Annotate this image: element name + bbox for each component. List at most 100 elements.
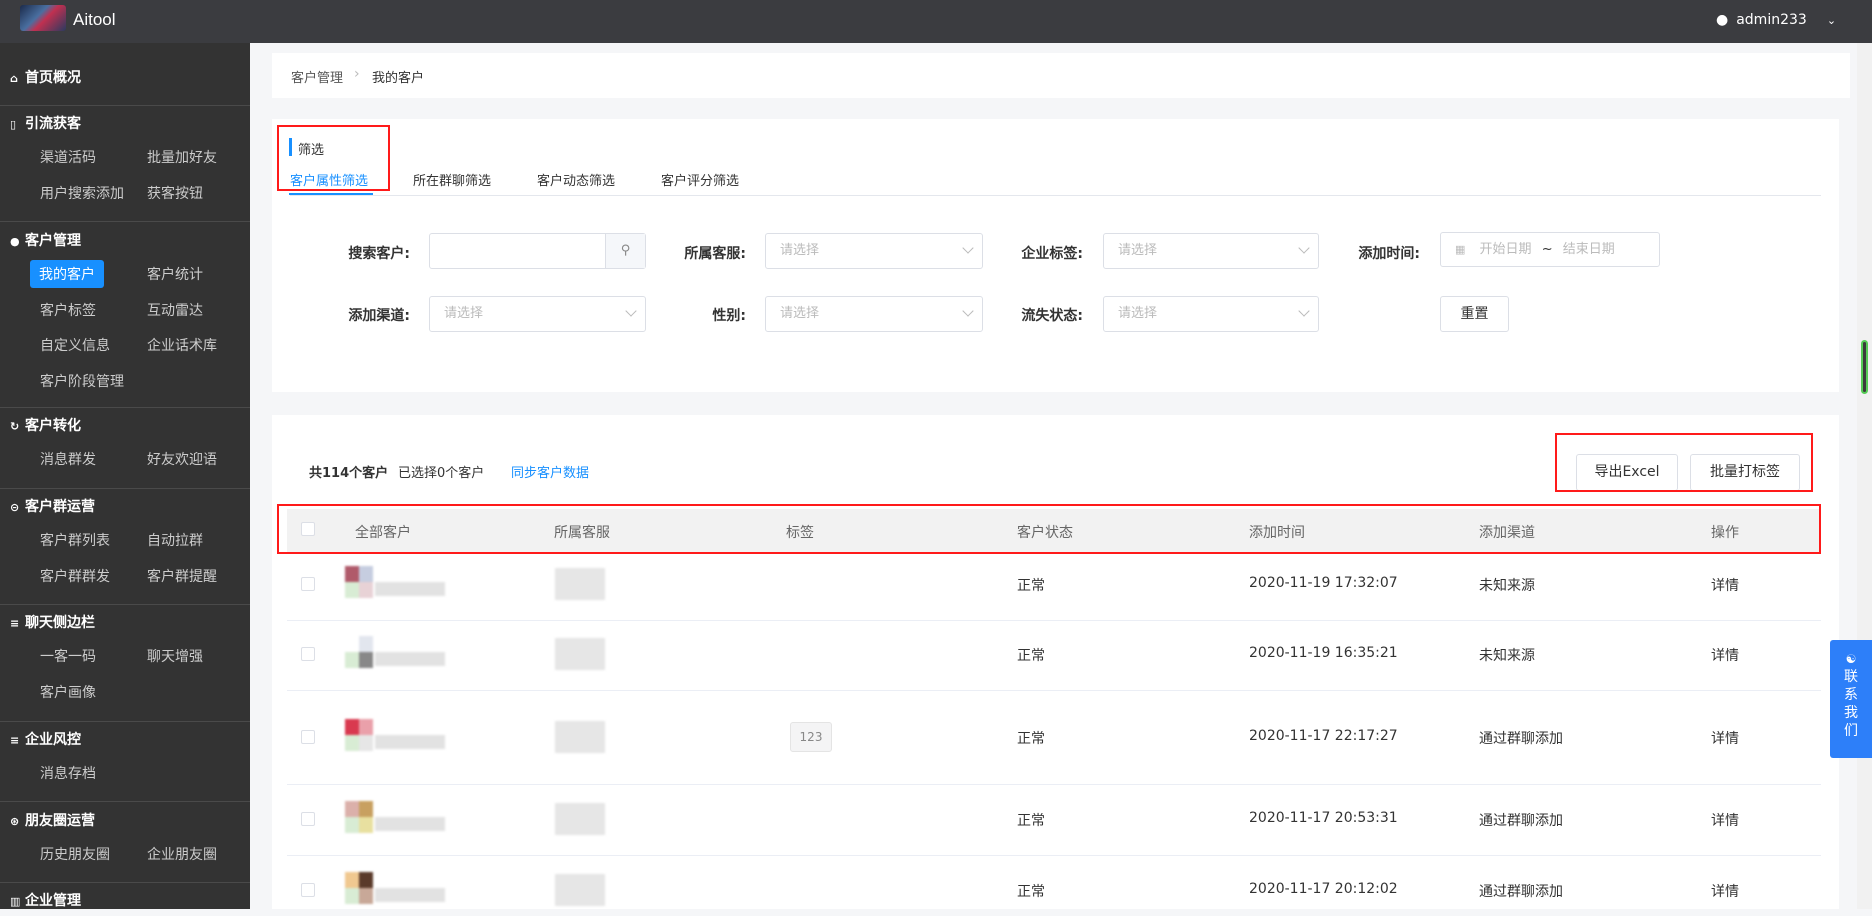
sidebar-item[interactable]: 消息群发 [40, 449, 96, 469]
corp-tag-select[interactable]: 请选择 [1103, 233, 1319, 269]
customer-avatar-blurred [345, 872, 475, 916]
column-header-channel: 添加渠道 [1479, 525, 1535, 541]
sidebar-section-refresh[interactable]: ↻ 客户转化 [10, 415, 81, 435]
chevron-down-icon [962, 305, 974, 317]
add-time-cell: 2020-11-17 20:12:02 [1249, 881, 1398, 897]
status-cell: 正常 [1017, 813, 1045, 829]
tab-customer-attributes[interactable]: 客户属性筛选 [290, 170, 368, 189]
sidebar-section-menu[interactable]: ≡ 企业风控 [10, 729, 81, 749]
gender-select[interactable]: 请选择 [765, 296, 983, 332]
sidebar-section-label: 聊天侧边栏 [25, 615, 95, 631]
churn-select[interactable]: 请选择 [1103, 296, 1319, 332]
row-checkbox[interactable] [301, 883, 315, 897]
search-input[interactable]: ⚲ [429, 233, 646, 269]
sidebar-section-chat[interactable]: ⊝ 客户群运营 [10, 496, 95, 516]
sidebar-item[interactable]: 用户搜索添加 [40, 183, 124, 203]
user-menu[interactable]: ● admin233 ⌄ [1716, 12, 1836, 28]
sidebar-section-label: 企业管理 [25, 893, 81, 909]
sidebar-item[interactable]: 客户阶段管理 [40, 371, 124, 391]
sidebar-section-user[interactable]: ● 客户管理 [10, 230, 81, 250]
sidebar-item[interactable]: 渠道活码 [40, 147, 96, 167]
details-link[interactable]: 详情 [1711, 728, 1739, 748]
chat-icon: ⊝ [10, 501, 20, 514]
search-label: 搜索客户: [348, 246, 410, 262]
channel-select[interactable]: 请选择 [429, 296, 646, 332]
column-header-actions: 操作 [1711, 525, 1739, 541]
page-scrollbar[interactable] [1857, 43, 1872, 909]
sidebar-item[interactable]: 客户画像 [40, 682, 96, 702]
row-checkbox[interactable] [301, 577, 315, 591]
select-all-checkbox[interactable] [301, 522, 315, 536]
sidebar-item[interactable]: 一客一码 [40, 646, 96, 666]
row-divider [287, 690, 1821, 691]
sidebar-item[interactable]: 企业话术库 [147, 335, 217, 355]
search-icon[interactable]: ⚲ [605, 234, 645, 268]
sidebar-item[interactable]: 客户标签 [40, 300, 96, 320]
calendar-icon: ▦ [1455, 243, 1466, 256]
sidebar-section-building[interactable]: ▥ 企业管理 [10, 890, 81, 910]
contact-us-button[interactable]: ☯ 联系我们 [1830, 640, 1872, 758]
details-link[interactable]: 详情 [1711, 645, 1739, 665]
breadcrumb-item[interactable]: 客户管理 [291, 67, 343, 86]
refresh-icon: ↻ [10, 420, 20, 433]
sidebar-item[interactable]: 消息存档 [40, 763, 96, 783]
sidebar-item[interactable]: 自动拉群 [147, 530, 203, 550]
sidebar-section-aperture[interactable]: ⊛ 朋友圈运营 [10, 810, 95, 830]
sidebar-divider [0, 604, 250, 605]
sidebar-divider [0, 882, 250, 883]
end-date-input[interactable]: 结束日期 [1563, 242, 1615, 257]
bookmark-icon: ▯ [10, 118, 17, 131]
sidebar-section-bookmark[interactable]: ▯ 引流获客 [10, 113, 81, 133]
tab-customer-activity[interactable]: 客户动态筛选 [537, 170, 615, 189]
sidebar-section-menu[interactable]: ≡ 聊天侧边栏 [10, 612, 95, 632]
export-excel-button[interactable]: 导出Excel [1576, 454, 1678, 491]
sidebar-section-label: 客户群运营 [25, 499, 95, 515]
sidebar-item[interactable]: 互动雷达 [147, 300, 203, 320]
sidebar-item[interactable]: 自定义信息 [40, 335, 110, 355]
row-checkbox[interactable] [301, 730, 315, 744]
add-time-cell: 2020-11-19 16:35:21 [1249, 645, 1398, 661]
sidebar-section-home[interactable]: ⌂ 首页概况 [10, 67, 81, 87]
sidebar-item[interactable]: 客户群群发 [40, 566, 110, 586]
user-icon: ● [1716, 12, 1729, 28]
breadcrumb: 客户管理 › 我的客户 [272, 53, 1850, 98]
agent-avatar-blurred [555, 803, 605, 835]
sidebar-section-label: 首页概况 [25, 70, 81, 86]
status-cell: 正常 [1017, 578, 1045, 594]
row-checkbox[interactable] [301, 647, 315, 661]
details-link[interactable]: 详情 [1711, 810, 1739, 830]
start-date-input[interactable]: 开始日期 [1480, 242, 1532, 257]
sidebar-item[interactable]: 客户群提醒 [147, 566, 217, 586]
sidebar-item[interactable]: 好友欢迎语 [147, 449, 217, 469]
sidebar-item[interactable]: 批量加好友 [147, 147, 217, 167]
chevron-down-icon [1298, 305, 1310, 317]
app-logo[interactable] [20, 5, 66, 31]
sidebar-item[interactable]: 获客按钮 [147, 183, 203, 203]
tab-customer-score[interactable]: 客户评分筛选 [661, 170, 739, 189]
agent-avatar-blurred [555, 638, 605, 670]
sidebar-item[interactable]: 客户统计 [147, 264, 203, 284]
date-range-picker[interactable]: ▦ 开始日期 ~ 结束日期 [1440, 232, 1660, 267]
sidebar-item[interactable]: 历史朋友圈 [40, 844, 110, 864]
tab-group-chat[interactable]: 所在群聊筛选 [413, 170, 491, 189]
reset-button[interactable]: 重置 [1440, 296, 1509, 332]
sidebar-item[interactable]: 我的客户 [30, 260, 104, 288]
sync-data-link[interactable]: 同步客户数据 [511, 462, 589, 481]
row-divider [287, 784, 1821, 785]
scrollbar-thumb[interactable] [1861, 340, 1868, 394]
sidebar-item[interactable]: 客户群列表 [40, 530, 110, 550]
sidebar-item[interactable]: 聊天增强 [147, 646, 203, 666]
sidebar-section-label: 客户管理 [25, 233, 81, 249]
breadcrumb-current: 我的客户 [372, 71, 425, 86]
details-link[interactable]: 详情 [1711, 881, 1739, 901]
row-checkbox[interactable] [301, 812, 315, 826]
sidebar-item[interactable]: 企业朋友圈 [147, 844, 217, 864]
top-header: Aitool ● admin233 ⌄ [0, 0, 1872, 43]
agent-select[interactable]: 请选择 [765, 233, 983, 269]
batch-tag-button[interactable]: 批量打标签 [1690, 454, 1800, 491]
status-cell: 正常 [1017, 648, 1045, 664]
details-link[interactable]: 详情 [1711, 575, 1739, 595]
sidebar-divider [0, 801, 250, 802]
chevron-down-icon: ⌄ [1826, 13, 1837, 27]
sidebar-section-label: 引流获客 [25, 116, 81, 132]
